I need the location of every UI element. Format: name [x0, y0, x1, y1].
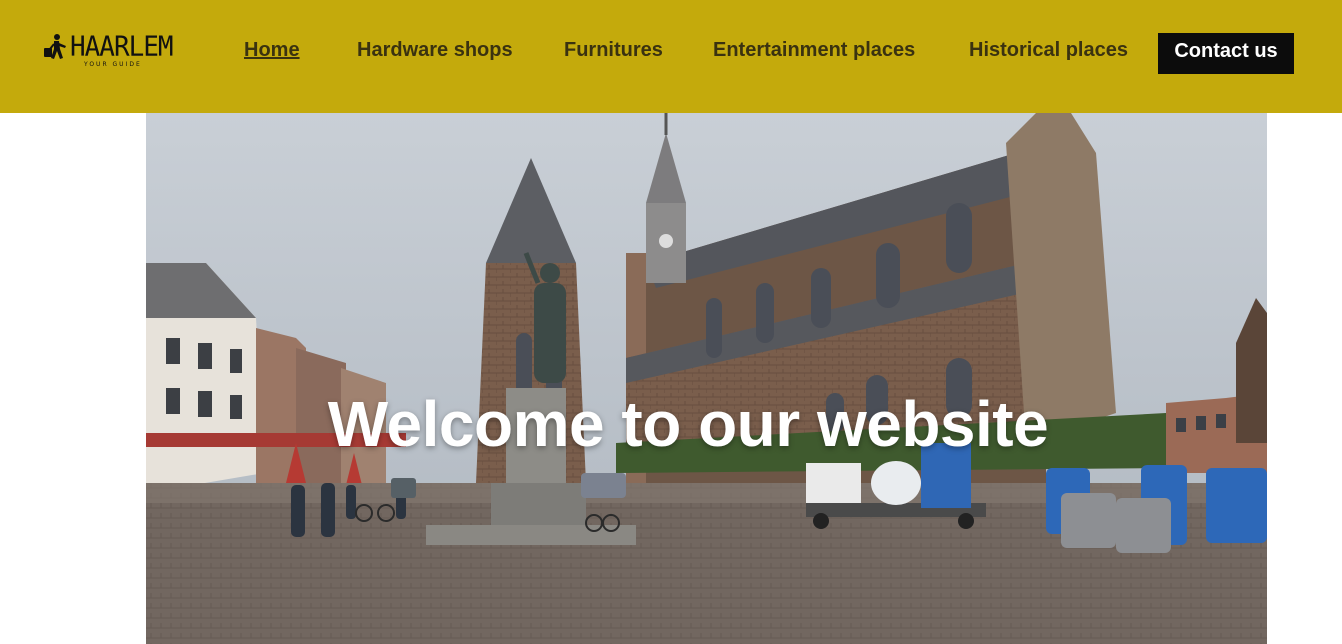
nav-entertainment-places[interactable]: Entertainment places	[713, 38, 915, 62]
hero-cathedral-image	[146, 113, 1267, 644]
nav-furnitures[interactable]: Furnitures	[564, 38, 663, 62]
traveler-with-luggage-icon	[44, 34, 66, 59]
navbar: HAARLEM YOUR GUIDE Home Hardware shops F…	[0, 0, 1342, 113]
logo-wordmark: HAARLEM	[70, 31, 174, 63]
hero-banner: Welcome to our website	[146, 113, 1267, 644]
hero-title: Welcome to our website	[327, 388, 1049, 460]
contact-us-button[interactable]: Contact us	[1158, 33, 1294, 74]
nav-historical-places[interactable]: Historical places	[969, 38, 1128, 62]
nav-hardware-shops[interactable]: Hardware shops	[357, 38, 513, 62]
logo-tagline: YOUR GUIDE	[84, 61, 142, 68]
nav-home[interactable]: Home	[244, 38, 300, 62]
site-logo[interactable]: HAARLEM YOUR GUIDE	[42, 31, 182, 70]
